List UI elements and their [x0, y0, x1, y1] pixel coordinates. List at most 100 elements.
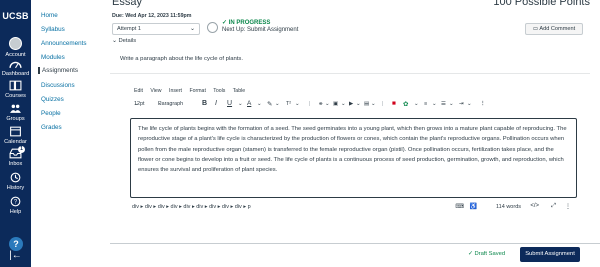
menu-tools[interactable]: Tools — [213, 88, 225, 94]
help-fab-button[interactable]: ? — [9, 237, 23, 251]
progress-ring-icon — [207, 22, 218, 33]
editor-menubar: Edit View Insert Format Tools Table — [134, 88, 251, 94]
chevron-down-icon[interactable]: ⌄ — [356, 101, 361, 107]
course-nav-grades[interactable]: Grades — [41, 124, 62, 131]
list-icon[interactable]: ☰ — [441, 101, 446, 107]
keyboard-icon[interactable]: ⌨ — [455, 203, 464, 210]
nav-groups-label: Groups — [6, 116, 25, 122]
apps-icon[interactable]: ✿ — [403, 100, 408, 108]
highlight-icon[interactable]: ✎ — [267, 100, 272, 108]
chevron-down-icon[interactable]: ⌄ — [341, 101, 346, 107]
more-options-icon[interactable]: ⋮ — [480, 101, 485, 107]
inbox-badge: 1 — [18, 146, 25, 153]
element-path: div ▸ div ▸ div ▸ div ▸ div ▸ div ▸ div … — [132, 204, 251, 210]
avatar — [9, 37, 22, 50]
nav-help-label: Help — [9, 209, 22, 215]
add-comment-button[interactable]: ▭ Add Comment — [525, 23, 583, 35]
chevron-down-icon[interactable]: ⌄ — [257, 101, 262, 107]
nav-calendar[interactable]: Calendar — [0, 126, 31, 146]
nav-help[interactable]: ? Help — [0, 196, 31, 216]
ucsb-logo[interactable]: UCSB — [0, 11, 31, 21]
indent-icon[interactable]: ⇥ — [459, 101, 464, 107]
collapse-nav-icon[interactable]: |← — [0, 250, 31, 261]
course-nav-announcements[interactable]: Announcements — [41, 40, 87, 47]
menu-table[interactable]: Table — [233, 88, 245, 94]
editor-toolbar: 12pt ⌄ Paragraph ⌄ B I U ⌄ A ⌄ ✎ ⌄ T² ⌄ … — [134, 100, 574, 112]
check-icon: ✓ — [222, 20, 229, 26]
text-color-icon[interactable]: A — [247, 100, 251, 107]
block-format-select[interactable]: Paragraph ⌄ — [158, 101, 183, 107]
divider — [110, 243, 600, 244]
superscript-icon[interactable]: T² — [286, 101, 291, 107]
nav-groups[interactable]: Groups — [0, 103, 31, 123]
global-nav: UCSB Account Dashboard Courses Groups Ca… — [0, 0, 31, 267]
groups-icon — [10, 104, 21, 113]
nav-calendar-label: Calendar — [4, 139, 27, 145]
status-text: IN PROGRESS — [228, 20, 271, 26]
details-heading: Details — [118, 38, 137, 44]
align-icon[interactable]: ≡ — [424, 101, 427, 107]
resize-handle-icon[interactable]: ⋮ — [565, 203, 571, 210]
font-size-select[interactable]: 12pt ⌄ — [134, 101, 145, 107]
html-editor-icon[interactable]: </> — [530, 203, 539, 209]
bold-icon[interactable]: B — [202, 100, 207, 107]
chevron-down-icon[interactable]: ⌄ — [467, 101, 472, 107]
media-icon[interactable]: ▶ — [349, 101, 353, 107]
submit-assignment-button[interactable]: Submit Assignment — [520, 247, 580, 262]
nav-inbox-label: Inbox — [8, 161, 23, 167]
chevron-down-icon[interactable]: ⌄ — [432, 101, 437, 107]
due-date: Due: Wed Apr 12, 2023 11:59pm — [112, 13, 192, 19]
details-toggle[interactable]: ⌄ Details — [112, 38, 136, 44]
nav-courses[interactable]: Courses — [0, 80, 31, 100]
course-nav-home[interactable]: Home — [41, 12, 58, 19]
image-icon[interactable]: ▣ — [333, 101, 338, 107]
course-nav: Home Syllabus Announcements Modules Assi… — [38, 0, 108, 267]
editor-content-area[interactable]: The life cycle of plants begins with the… — [130, 118, 577, 198]
chevron-down-icon[interactable]: ⌄ — [325, 101, 330, 107]
youtube-icon[interactable]: ■ — [392, 100, 396, 107]
main-content: Essay 100 Possible Points Due: Wed Apr 1… — [110, 0, 600, 267]
nav-dashboard-label: Dashboard — [1, 71, 30, 77]
italic-icon[interactable]: I — [215, 100, 217, 107]
menu-edit[interactable]: Edit — [134, 88, 143, 94]
course-nav-discussions[interactable]: Discussions — [41, 82, 75, 89]
link-icon[interactable]: ⚭ — [318, 100, 323, 108]
attempt-select[interactable]: Attempt 1 ⌄ — [112, 23, 200, 35]
assignment-title: Essay — [112, 0, 142, 8]
chevron-down-icon[interactable]: ⌄ — [295, 101, 300, 107]
menu-insert[interactable]: Insert — [169, 88, 182, 94]
menu-view[interactable]: View — [150, 88, 161, 94]
chevron-down-icon[interactable]: ⌄ — [275, 101, 280, 107]
divider — [110, 73, 590, 74]
nav-inbox[interactable]: 1 Inbox — [0, 146, 31, 168]
svg-text:?: ? — [14, 200, 18, 206]
course-nav-people[interactable]: People — [41, 110, 61, 117]
chevron-down-icon[interactable]: ⌄ — [414, 101, 419, 107]
course-nav-modules[interactable]: Modules — [41, 54, 65, 61]
rich-content-editor: Edit View Insert Format Tools Table 12pt… — [127, 86, 578, 223]
history-icon — [10, 172, 21, 183]
accessibility-icon[interactable]: ♿ — [470, 203, 477, 210]
chevron-down-icon: ⌄ — [189, 26, 195, 32]
nav-account[interactable]: Account — [0, 37, 31, 59]
chevron-down-icon[interactable]: ⌄ — [238, 101, 243, 107]
menu-format[interactable]: Format — [189, 88, 205, 94]
assignment-prompt: Write a paragraph about the life cycle o… — [120, 56, 244, 62]
chevron-down-icon[interactable]: ⌄ — [449, 101, 454, 107]
draft-saved-status: ✓ Draft Saved — [468, 251, 505, 257]
course-nav-assignments[interactable]: Assignments — [38, 67, 78, 74]
block-format-value: Paragraph — [158, 101, 184, 107]
calendar-icon — [10, 126, 21, 137]
underline-icon[interactable]: U — [227, 100, 232, 107]
courses-icon — [9, 80, 22, 91]
course-nav-syllabus[interactable]: Syllabus — [41, 26, 65, 33]
nav-history[interactable]: History — [0, 172, 31, 192]
course-nav-quizzes[interactable]: Quizzes — [41, 96, 64, 103]
next-up-text: Next Up: Submit Assignment — [222, 27, 299, 33]
editor-statusbar: div ▸ div ▸ div ▸ div ▸ div ▸ div ▸ div … — [130, 200, 577, 216]
word-count[interactable]: 114 words — [496, 204, 521, 210]
document-icon[interactable]: ▤ — [364, 101, 369, 107]
fullscreen-icon[interactable]: ⤢ — [551, 203, 556, 210]
chevron-down-icon[interactable]: ⌄ — [371, 101, 376, 107]
nav-dashboard[interactable]: Dashboard — [0, 58, 31, 78]
